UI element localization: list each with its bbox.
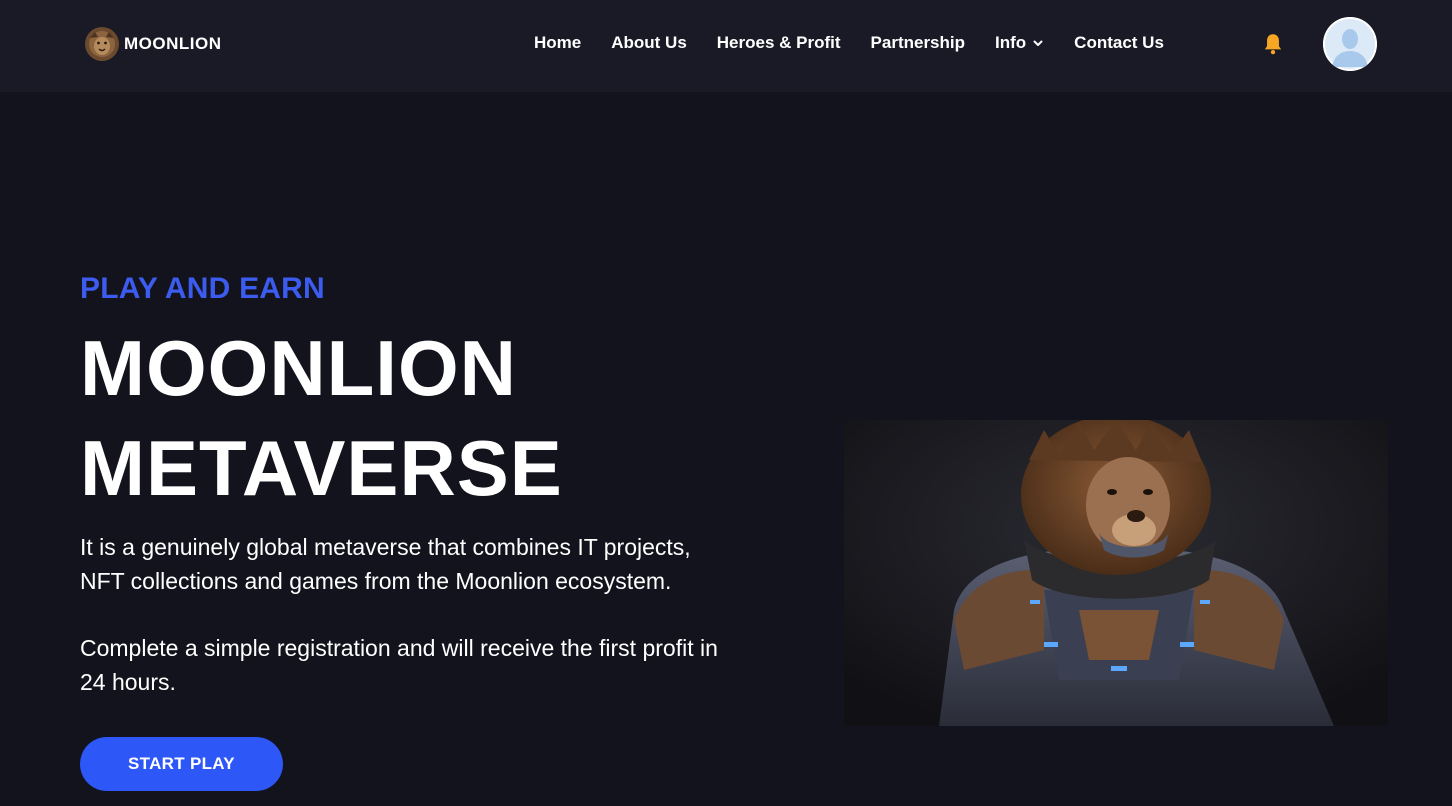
nav-home[interactable]: Home: [534, 33, 581, 53]
nav-info-label: Info: [995, 33, 1027, 52]
nav-info-dropdown[interactable]: Info: [995, 33, 1044, 53]
main-navigation: Home About Us Heroes & Profit Partnershi…: [534, 33, 1164, 53]
hero-title-line-1: MOONLION: [80, 324, 517, 412]
nav-contact-us[interactable]: Contact Us: [1074, 33, 1164, 53]
lion-logo-icon: [85, 27, 119, 61]
hero-description: It is a genuinely global metaverse that …: [80, 534, 691, 594]
top-navbar: MOONLION Home About Us Heroes & Profit P…: [0, 0, 1452, 92]
lion-warrior-image: [844, 420, 1388, 726]
user-avatar[interactable]: [1323, 17, 1377, 71]
hero-title: MOONLION METAVERSE: [80, 318, 563, 518]
chevron-down-icon: [1033, 40, 1043, 46]
hero-title-line-2: METAVERSE: [80, 424, 563, 512]
hero-eyebrow: PLAY AND EARN: [80, 272, 325, 305]
brand-logo[interactable]: MOONLION: [82, 24, 222, 64]
nav-partnership[interactable]: Partnership: [871, 33, 965, 53]
bell-icon[interactable]: [1260, 31, 1286, 57]
nav-heroes-profit[interactable]: Heroes & Profit: [717, 33, 841, 53]
start-play-button[interactable]: START PLAY: [80, 737, 283, 791]
armored-lion-illustration: [844, 420, 1388, 726]
brand-name: MOONLION: [124, 34, 222, 53]
hero-registration-note: Complete a simple registration and will …: [80, 635, 718, 695]
user-silhouette-icon: [1323, 17, 1377, 71]
nav-about-us[interactable]: About Us: [611, 33, 687, 53]
